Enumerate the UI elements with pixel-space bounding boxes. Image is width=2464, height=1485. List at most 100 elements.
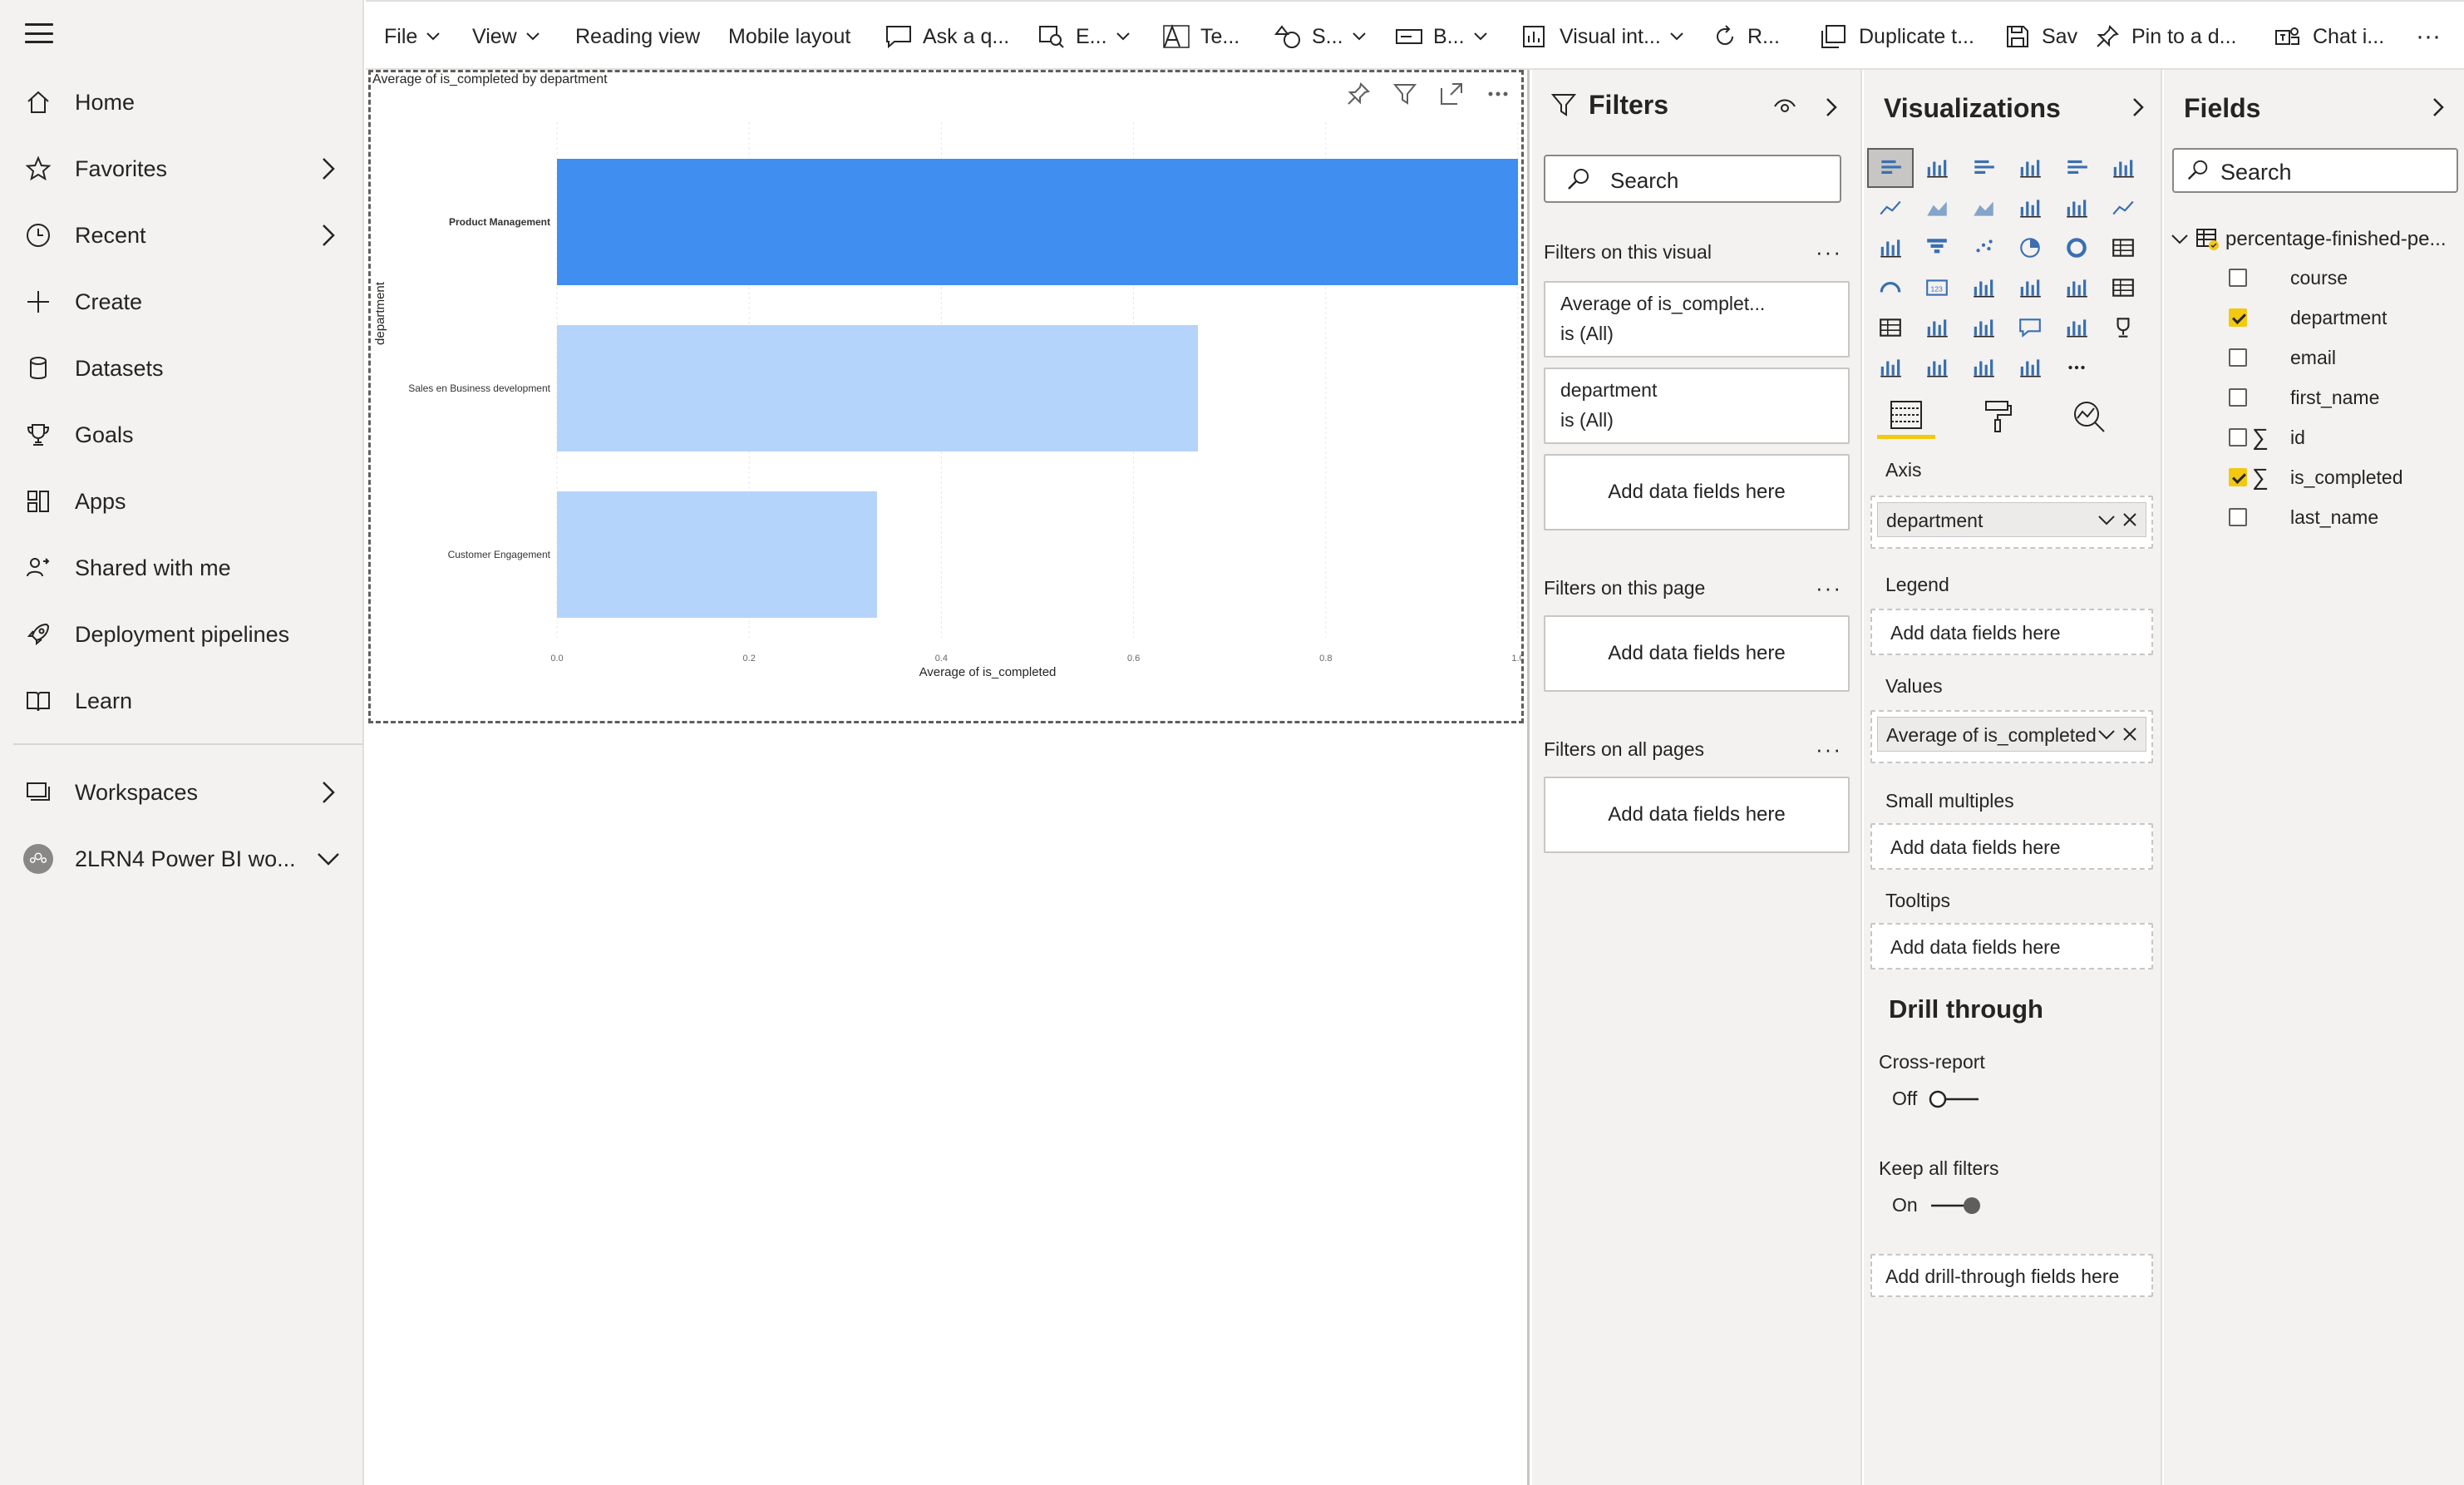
field-item-department[interactable]: department (2229, 301, 2387, 334)
field-checkbox[interactable] (2229, 388, 2247, 407)
legend-well[interactable]: Add data fields here (1870, 609, 2153, 655)
map-visual-icon[interactable] (1914, 348, 1960, 387)
nav-item-recent[interactable]: Recent (0, 206, 364, 264)
paginated-report-visual-icon[interactable] (1867, 348, 1914, 387)
nav-item-datasets[interactable]: Datasets (0, 339, 364, 397)
power-apps-visual-icon[interactable] (1960, 348, 2007, 387)
bar-chart-visual[interactable]: 0.0 0.2 0.4 0.6 0.8 1.0 Product Management Sale… (368, 70, 1524, 723)
qna-visual-icon[interactable] (2007, 308, 2053, 348)
matrix-visual-icon[interactable] (1867, 308, 1914, 348)
field-checkbox[interactable] (2229, 269, 2247, 287)
gauge-visual-icon[interactable] (1867, 268, 1914, 308)
field-item-last-name[interactable]: last_name (2229, 501, 2378, 534)
format-paint-roller-icon[interactable] (1969, 394, 2027, 439)
nav-item-create[interactable]: Create (0, 273, 364, 331)
focus-mode-icon[interactable] (1437, 79, 1466, 109)
stacked-area-visual-icon[interactable] (1960, 188, 2007, 228)
nav-item-home[interactable]: Home (0, 73, 364, 131)
more-options-icon[interactable] (1483, 79, 1513, 109)
cross-report-toggle[interactable]: Off (1892, 1088, 1980, 1110)
drill-through-well[interactable]: Add drill-through fields here (1870, 1254, 2153, 1297)
filters-all-pages-more-button[interactable]: ··· (1816, 737, 1842, 762)
donut-visual-icon[interactable] (2053, 228, 2100, 268)
funnel-visual-icon[interactable] (1914, 228, 1960, 268)
kpi-visual-icon[interactable] (2007, 268, 2053, 308)
decomposition-tree-visual-icon[interactable] (1914, 308, 1960, 348)
collapse-filters-icon[interactable] (1825, 96, 1838, 118)
field-item-email[interactable]: email (2229, 341, 2336, 374)
values-well[interactable]: Average of is_completed (1870, 710, 2153, 763)
explore-button[interactable]: E... (1037, 2, 1131, 72)
chevron-down-icon[interactable] (2097, 510, 2116, 530)
nav-item-current-workspace[interactable]: 2LRN4 Power BI wo... (0, 830, 364, 888)
analytics-icon[interactable] (2060, 394, 2118, 439)
visual-interactions-button[interactable]: Visual int... (1521, 2, 1684, 72)
chevron-down-icon[interactable] (2097, 724, 2116, 744)
refresh-button[interactable]: R... (1712, 2, 1780, 72)
pin-to-dashboard-button[interactable]: Pin to a d... (2095, 2, 2236, 72)
fields-search-input[interactable]: Search (2172, 148, 2458, 193)
close-icon[interactable] (2121, 510, 2139, 530)
chevron-down-icon[interactable] (316, 851, 341, 866)
chevron-right-icon[interactable] (321, 780, 336, 805)
filter-icon[interactable] (1390, 79, 1420, 109)
text-box-button[interactable]: Te... (1162, 2, 1239, 72)
tooltips-well[interactable]: Add data fields here (1870, 923, 2153, 969)
small-multiples-well[interactable]: Add data fields here (1870, 823, 2153, 870)
toggle-on-icon[interactable] (1929, 1195, 1981, 1216)
waterfall-visual-icon[interactable] (1867, 228, 1914, 268)
slicer-visual-icon[interactable] (2053, 268, 2100, 308)
file-menu-button[interactable]: File (384, 2, 441, 72)
nav-item-apps[interactable]: Apps (0, 472, 364, 530)
power-automate-visual-icon[interactable] (2007, 348, 2053, 387)
filter-card-department[interactable]: department is (All) (1544, 368, 1850, 444)
trophy-visual-icon[interactable] (2100, 308, 2146, 348)
nav-item-workspaces[interactable]: Workspaces (0, 763, 364, 821)
line-visual-icon[interactable] (1867, 188, 1914, 228)
axis-field-pill[interactable]: department (1877, 502, 2146, 537)
pin-visual-icon[interactable] (1343, 79, 1373, 109)
table-visual-icon[interactable] (2100, 268, 2146, 308)
field-checkbox[interactable] (2229, 508, 2247, 526)
card-visual-icon[interactable]: 123 (1914, 268, 1960, 308)
100-stacked-bar-visual-icon[interactable] (2053, 148, 2100, 188)
clustered-column-visual-icon[interactable] (2007, 148, 2053, 188)
clustered-bar-visual-icon[interactable] (1960, 148, 2007, 188)
report-canvas[interactable]: 0.0 0.2 0.4 0.6 0.8 1.0 Product Management Sale… (366, 70, 1530, 1485)
more-visuals-visual-icon[interactable] (2053, 348, 2100, 387)
ask-question-button[interactable]: Ask a q... (885, 2, 1009, 72)
filters-visual-more-button[interactable]: ··· (1816, 239, 1842, 265)
treemap-visual-icon[interactable] (2100, 228, 2146, 268)
field-item-course[interactable]: course (2229, 261, 2348, 294)
filters-page-more-button[interactable]: ··· (1816, 575, 1842, 601)
line-clustered-column-visual-icon[interactable] (2053, 188, 2100, 228)
fields-tab-icon[interactable] (1877, 394, 1935, 439)
keep-all-filters-toggle[interactable]: On (1892, 1194, 1981, 1216)
field-checkbox[interactable] (2229, 348, 2247, 367)
nav-item-shared[interactable]: Shared with me (0, 539, 364, 597)
add-visual-filter-field[interactable]: Add data fields here (1544, 454, 1850, 530)
save-button[interactable]: Sav (2005, 2, 2077, 72)
hamburger-menu-icon[interactable] (25, 23, 53, 43)
mobile-layout-button[interactable]: Mobile layout (728, 2, 850, 72)
nav-item-deployment-pipelines[interactable]: Deployment pipelines (0, 605, 364, 664)
area-visual-icon[interactable] (1914, 188, 1960, 228)
field-item-id[interactable]: ∑ id (2229, 421, 2305, 454)
100-stacked-column-visual-icon[interactable] (2100, 148, 2146, 188)
field-item-first-name[interactable]: first_name (2229, 381, 2379, 414)
add-all-pages-filter-field[interactable]: Add data fields here (1544, 777, 1850, 853)
buttons-button[interactable]: B... (1395, 2, 1488, 72)
scatter-visual-icon[interactable] (1960, 228, 2007, 268)
chat-in-teams-button[interactable]: Chat i... (2273, 2, 2384, 72)
field-checkbox[interactable] (2229, 428, 2247, 446)
collapse-fields-icon[interactable] (2432, 96, 2445, 118)
field-checkbox[interactable] (2229, 468, 2247, 486)
ribbon-visual-icon[interactable] (2100, 188, 2146, 228)
nav-item-learn[interactable]: Learn (0, 672, 364, 730)
line-stacked-column-visual-icon[interactable] (2007, 188, 2053, 228)
nav-item-favorites[interactable]: Favorites (0, 140, 364, 198)
chevron-right-icon[interactable] (321, 223, 336, 248)
stacked-bar-visual-icon[interactable] (1867, 148, 1914, 188)
axis-well[interactable]: department (1870, 496, 2153, 549)
collapse-visualizations-icon[interactable] (2131, 96, 2145, 118)
